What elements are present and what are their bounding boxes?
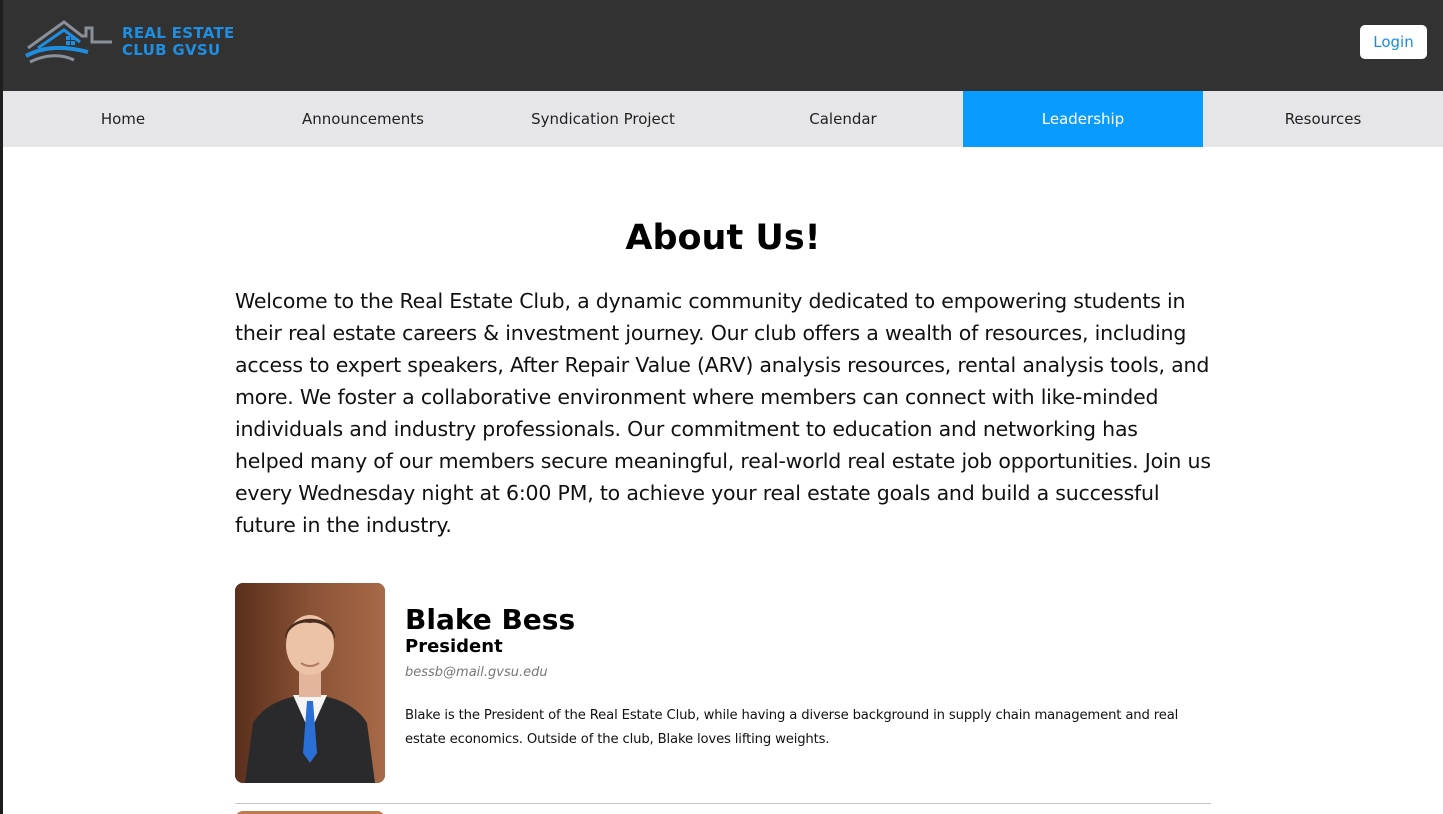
house-logo-icon	[25, 20, 112, 64]
member-name: Blake Bess	[405, 603, 576, 636]
main-content: About Us! Welcome to the Real Estate Clu…	[235, 147, 1211, 804]
page: REAL ESTATE CLUB GVSU Login Home Announc…	[0, 0, 1443, 814]
nav-item-resources[interactable]: Resources	[1203, 91, 1443, 147]
member-bio: Blake is the President of the Real Estat…	[405, 708, 1179, 747]
window-edge	[0, 0, 3, 814]
page-title: About Us!	[625, 218, 821, 258]
nav-item-calendar[interactable]: Calendar	[723, 91, 963, 147]
member-role: President	[405, 636, 503, 657]
nav-item-home[interactable]: Home	[3, 91, 243, 147]
member-photo	[235, 583, 385, 783]
logo-text: REAL ESTATE CLUB GVSU	[122, 25, 235, 59]
nav-item-leadership[interactable]: Leadership	[963, 91, 1203, 147]
logo-text-line2: CLUB GVSU	[122, 41, 221, 59]
member-portrait-image	[235, 583, 385, 783]
member-info: Blake Bess President bessb@mail.gvsu.edu…	[405, 603, 1211, 752]
nav-item-syndication-project[interactable]: Syndication Project	[483, 91, 723, 147]
intro-paragraph: Welcome to the Real Estate Club, a dynam…	[235, 289, 1211, 537]
member-card: Blake Bess President bessb@mail.gvsu.edu…	[235, 583, 1211, 804]
site-header: REAL ESTATE CLUB GVSU Login	[0, 0, 1443, 91]
member-email[interactable]: bessb@mail.gvsu.edu	[405, 663, 1211, 683]
login-button[interactable]: Login	[1360, 25, 1427, 59]
main-nav: Home Announcements Syndication Project C…	[3, 91, 1443, 147]
logo-text-line1: REAL ESTATE	[122, 24, 235, 42]
club-logo[interactable]: REAL ESTATE CLUB GVSU	[24, 16, 244, 68]
nav-item-announcements[interactable]: Announcements	[243, 91, 483, 147]
